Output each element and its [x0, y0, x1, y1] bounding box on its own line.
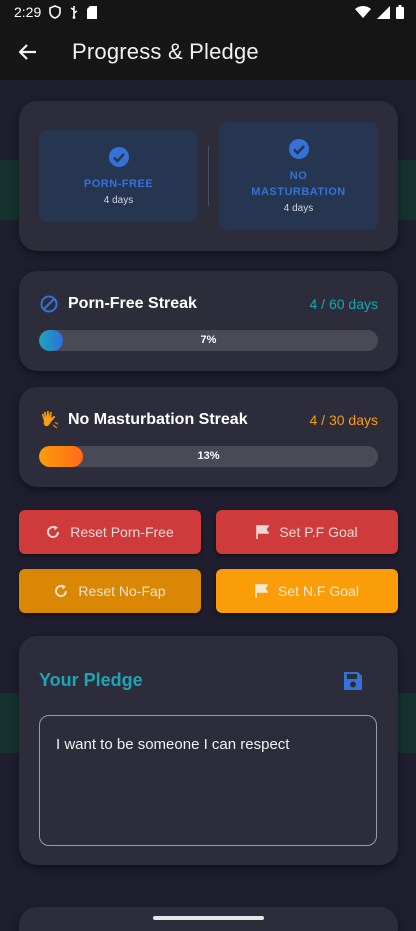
hand-icon — [39, 410, 59, 430]
set-nf-goal-button[interactable]: Set N.F Goal — [216, 569, 398, 613]
usb-icon — [70, 6, 78, 19]
no-masturbation-streak-count: 4 / 30 days — [309, 412, 379, 428]
set-pf-goal-label: Set P.F Goal — [279, 524, 358, 540]
no-masturbation-summary: NO MASTURBATION 4 days — [219, 122, 378, 230]
pledge-title: Your Pledge — [39, 670, 143, 690]
porn-free-progress-label: 7% — [200, 334, 217, 346]
porn-free-streak-title: Porn-Free Streak — [68, 295, 197, 312]
no-masturbation-streak-card: No Masturbation Streak 4 / 30 days 13% — [19, 387, 398, 487]
set-pf-goal-button[interactable]: Set P.F Goal — [216, 510, 398, 554]
refresh-icon — [55, 584, 68, 597]
home-indicator[interactable] — [153, 916, 264, 920]
sd-card-icon — [87, 5, 98, 19]
main-content: PORN-FREE 4 days NO MASTURBATION 4 days … — [0, 80, 416, 931]
wifi-icon — [355, 5, 371, 18]
back-button[interactable] — [0, 24, 56, 80]
refresh-icon — [47, 525, 60, 538]
porn-free-days: 4 days — [103, 195, 134, 206]
no-masturbation-streak-title: No Masturbation Streak — [68, 411, 248, 428]
status-left: 2:29 — [14, 4, 98, 20]
status-bar: 2:29 — [0, 0, 416, 24]
status-time: 2:29 — [14, 4, 42, 20]
block-icon — [39, 294, 59, 314]
pledge-text-field[interactable]: I want to be someone I can respect — [39, 715, 377, 846]
reset-no-fap-label: Reset No-Fap — [78, 583, 166, 599]
shield-icon — [49, 5, 62, 19]
arrow-back-icon — [19, 44, 36, 60]
porn-free-streak-card: Porn-Free Streak 4 / 60 days 7% — [19, 271, 398, 371]
flag-icon — [256, 525, 270, 539]
save-pledge-button[interactable] — [340, 668, 366, 694]
save-icon — [344, 672, 362, 690]
no-masturbation-progress-bar: 13% — [39, 446, 378, 467]
streak-header: Porn-Free Streak 4 / 60 days — [39, 293, 378, 315]
summary-card: PORN-FREE 4 days NO MASTURBATION 4 days — [19, 101, 398, 251]
status-right — [355, 5, 404, 19]
porn-free-summary: PORN-FREE 4 days — [39, 130, 198, 222]
porn-free-streak-count: 4 / 60 days — [309, 296, 379, 312]
reset-porn-free-label: Reset Porn-Free — [70, 524, 174, 540]
no-masturbation-progress-label: 13% — [197, 450, 220, 462]
battery-icon — [396, 5, 404, 19]
pledge-card: Your Pledge I want to be someone I can r… — [19, 636, 398, 865]
set-nf-goal-label: Set N.F Goal — [278, 583, 359, 599]
streak-header: No Masturbation Streak 4 / 30 days — [39, 409, 378, 431]
reset-no-fap-button[interactable]: Reset No-Fap — [19, 569, 201, 613]
porn-free-label: PORN-FREE — [83, 178, 154, 190]
page-title: Progress & Pledge — [72, 39, 259, 64]
no-masturbation-label-line2: MASTURBATION — [251, 186, 346, 198]
summary-divider — [208, 146, 209, 206]
no-masturbation-days: 4 days — [283, 203, 314, 214]
porn-free-progress-bar: 7% — [39, 330, 378, 351]
signal-icon — [377, 5, 390, 19]
reset-porn-free-button[interactable]: Reset Porn-Free — [19, 510, 201, 554]
check-circle-icon — [288, 139, 309, 159]
flag-icon — [255, 584, 269, 598]
no-masturbation-label-line1: NO — [289, 170, 308, 182]
app-bar: Progress & Pledge — [0, 24, 416, 80]
check-circle-icon — [108, 147, 129, 167]
